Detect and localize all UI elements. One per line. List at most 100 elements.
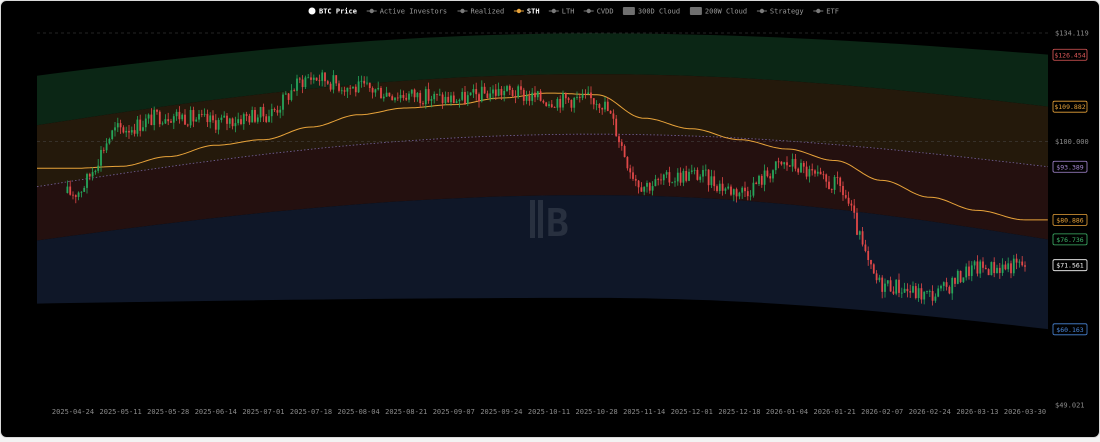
candle-body [872,264,875,274]
candle-body [970,265,973,276]
candle-body [296,78,298,91]
candle-body [553,107,556,108]
candle-body [923,291,926,300]
candle-body [811,169,814,171]
candle-body [254,109,256,122]
candle-body [139,119,142,131]
candle-body [203,113,206,115]
candle-body [480,86,483,102]
candle-body [721,183,724,191]
legend-marker [308,7,316,15]
candle-body [853,205,856,213]
candle-body [634,178,637,181]
x-tick-label: 2025-05-28 [147,408,189,416]
x-tick-label: 2025-10-28 [576,408,618,416]
candle-body [783,162,786,165]
candle-body [626,157,629,169]
candle-body [814,170,816,174]
candle-body [324,72,326,82]
candle-body [301,79,304,88]
legend-marker-dot [816,8,821,14]
candle-body [749,195,752,197]
candle-body [410,89,413,94]
candle-body [461,91,464,100]
price-tag-label: $109.882 [1054,103,1085,111]
candle-body [214,120,217,130]
candle-body [637,180,640,188]
candle-body [360,80,363,82]
candle-body [525,95,528,101]
candle-body [88,174,91,177]
legend-marker-dot [516,8,522,14]
candle-body [606,101,609,111]
candle-body [727,186,730,189]
candle-body [909,291,912,293]
candle-body [181,114,184,120]
candle-body [192,110,195,122]
candle-body [167,119,170,122]
x-tick-label: 2025-11-14 [623,408,665,416]
candle-body [514,96,517,98]
y-tick-label: $100.000 [1055,138,1089,146]
candle-body [94,170,97,173]
candle-body [273,109,276,111]
candle-body [629,168,632,173]
candle-body [450,95,452,103]
candle-body [419,92,422,104]
candle-body [497,88,500,96]
candle-body [382,96,385,99]
candle-body [861,231,864,245]
candle-body [408,93,410,100]
candle-body [984,267,987,270]
candle-body [875,273,878,281]
candle-body [724,188,727,191]
candle-body [399,95,402,99]
candle-body [758,175,760,184]
candle-body [836,176,839,178]
candle-body [119,123,122,128]
candle-body [307,77,310,79]
candle-body [676,172,679,182]
candle-body [777,161,780,163]
candle-body [430,99,433,101]
candle-body [276,110,279,113]
candle-body [335,75,338,84]
candle-body [791,158,794,167]
candle-body [828,181,830,190]
legend-label: BTC Price [319,8,357,16]
candle-body [189,110,192,126]
candle-body [80,191,83,193]
candle-body [864,244,867,252]
candle-body [231,118,234,127]
candle-body [83,187,86,192]
candle [872,263,875,275]
candle-body [948,286,951,294]
candle-body [889,280,892,292]
candle-body [769,176,772,179]
candle-body [718,183,721,191]
candle-body [1024,265,1026,267]
candle [517,84,520,99]
candle-body [284,93,287,95]
candle-body [536,91,539,98]
candle-body [494,89,497,96]
candle-body [548,104,550,106]
candle-body [455,101,458,104]
price-tag-label: $60.163 [1056,326,1083,334]
legend-marker-dot [551,8,556,14]
x-tick-label: 2025-07-18 [290,408,332,416]
candle-body [164,119,167,124]
candle-body [1007,263,1010,270]
x-tick-label: 2026-01-04 [766,408,808,416]
candle-body [237,119,240,124]
candle-body [590,92,592,99]
candle-body [780,161,783,165]
candle-body [464,91,466,104]
candle-body [550,104,553,108]
candle-body [200,114,203,115]
candle-body [839,177,842,186]
candle-body [74,195,77,197]
candle-body [982,261,984,268]
candle-body [86,174,88,188]
x-tick-label: 2025-09-07 [433,408,475,416]
